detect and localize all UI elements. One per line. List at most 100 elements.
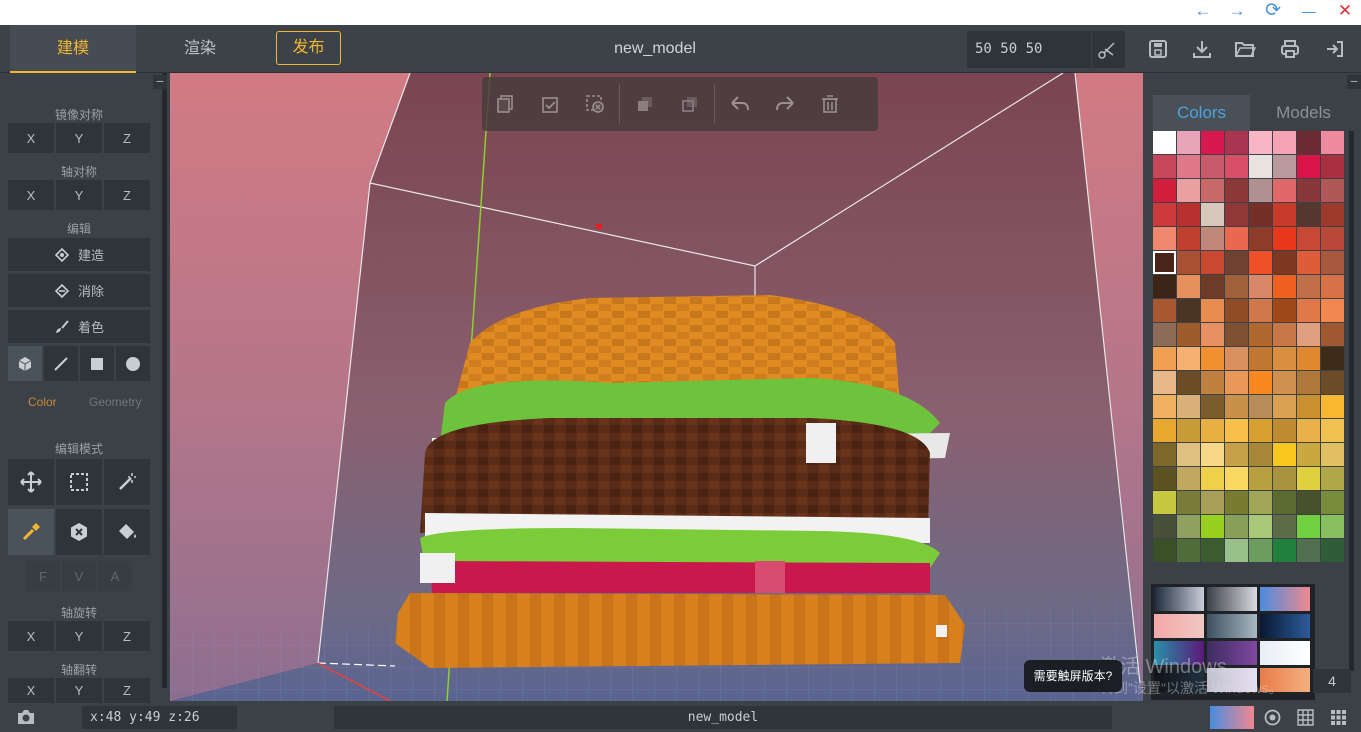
color-swatch[interactable] xyxy=(1321,515,1344,538)
color-swatch[interactable] xyxy=(1297,251,1320,274)
tab-color[interactable]: Color xyxy=(28,395,57,409)
group-icon[interactable] xyxy=(622,77,667,131)
tab-rendering[interactable]: 渲染 xyxy=(137,25,263,73)
color-swatch[interactable] xyxy=(1321,155,1344,178)
color-swatch[interactable] xyxy=(1321,443,1344,466)
color-swatch[interactable] xyxy=(1201,155,1224,178)
color-swatch[interactable] xyxy=(1273,491,1296,514)
color-swatch[interactable] xyxy=(1225,443,1248,466)
color-swatch[interactable] xyxy=(1249,491,1272,514)
axis-sym-z-button[interactable]: Z xyxy=(104,180,150,210)
color-swatch[interactable] xyxy=(1177,491,1200,514)
color-swatch[interactable] xyxy=(1249,419,1272,442)
color-swatch[interactable] xyxy=(1249,395,1272,418)
color-swatch[interactable] xyxy=(1153,155,1176,178)
color-swatch[interactable] xyxy=(1273,299,1296,322)
color-swatch[interactable] xyxy=(1201,467,1224,490)
gradient-swatch[interactable] xyxy=(1260,587,1310,611)
color-swatch[interactable] xyxy=(1153,515,1176,538)
save-icon[interactable] xyxy=(1141,32,1175,66)
color-swatch[interactable] xyxy=(1297,179,1320,202)
forward-icon[interactable]: → xyxy=(1222,0,1252,25)
color-swatch[interactable] xyxy=(1225,155,1248,178)
paint-button[interactable]: 着色 xyxy=(8,310,150,343)
back-icon[interactable]: ← xyxy=(1188,0,1218,25)
color-swatch[interactable] xyxy=(1177,131,1200,154)
color-swatch[interactable] xyxy=(1177,395,1200,418)
palette-number[interactable]: 4 xyxy=(1313,669,1351,693)
grid-icon[interactable] xyxy=(1297,709,1314,726)
cube-tool-button[interactable] xyxy=(8,346,42,381)
gradient-swatch[interactable] xyxy=(1260,641,1310,665)
color-swatch[interactable] xyxy=(1273,131,1296,154)
color-swatch[interactable] xyxy=(1177,251,1200,274)
color-swatch[interactable] xyxy=(1249,179,1272,202)
target-icon[interactable] xyxy=(1264,709,1281,726)
color-swatch[interactable] xyxy=(1321,323,1344,346)
color-swatch[interactable] xyxy=(1273,227,1296,250)
color-swatch[interactable] xyxy=(1297,227,1320,250)
color-swatch[interactable] xyxy=(1249,251,1272,274)
color-swatch[interactable] xyxy=(1177,443,1200,466)
color-swatch[interactable] xyxy=(1201,491,1224,514)
color-swatch[interactable] xyxy=(1153,227,1176,250)
color-swatch[interactable] xyxy=(1201,443,1224,466)
close-icon[interactable]: ✕ xyxy=(1330,0,1360,25)
color-swatch[interactable] xyxy=(1153,179,1176,202)
color-swatch[interactable] xyxy=(1249,371,1272,394)
select-box-tool-button[interactable] xyxy=(56,459,102,505)
v-mode-button[interactable]: V xyxy=(62,561,96,591)
line-tool-button[interactable] xyxy=(44,346,78,381)
rotate-y-button[interactable]: Y xyxy=(56,621,102,651)
clear-selection-icon[interactable] xyxy=(572,77,617,131)
color-swatch[interactable] xyxy=(1273,395,1296,418)
color-swatch[interactable] xyxy=(1249,467,1272,490)
print-icon[interactable] xyxy=(1273,32,1307,66)
delete-voxel-tool-button[interactable] xyxy=(56,509,102,555)
color-swatch[interactable] xyxy=(1177,227,1200,250)
color-swatch[interactable] xyxy=(1273,155,1296,178)
color-swatch[interactable] xyxy=(1201,179,1224,202)
color-swatch[interactable] xyxy=(1225,275,1248,298)
color-swatch[interactable] xyxy=(1297,491,1320,514)
color-swatch[interactable] xyxy=(1297,467,1320,490)
color-swatch[interactable] xyxy=(1201,227,1224,250)
tab-geometry[interactable]: Geometry xyxy=(89,395,142,409)
color-swatch[interactable] xyxy=(1225,251,1248,274)
color-swatch[interactable] xyxy=(1321,275,1344,298)
color-swatch[interactable] xyxy=(1225,515,1248,538)
a-mode-button[interactable]: A xyxy=(98,561,132,591)
color-swatch[interactable] xyxy=(1225,179,1248,202)
mirror-x-button[interactable]: X xyxy=(8,123,54,153)
color-swatch[interactable] xyxy=(1225,371,1248,394)
eyedropper-tool-button[interactable] xyxy=(8,509,54,555)
size-input[interactable]: 50 50 50 xyxy=(975,31,1090,68)
fill-tool-button[interactable] xyxy=(104,509,150,555)
color-swatch[interactable] xyxy=(1321,539,1344,562)
magic-wand-tool-button[interactable] xyxy=(104,459,150,505)
color-swatch[interactable] xyxy=(1153,131,1176,154)
color-swatch[interactable] xyxy=(1225,203,1248,226)
color-swatch[interactable] xyxy=(1273,419,1296,442)
tab-colors[interactable]: Colors xyxy=(1153,95,1250,131)
color-swatch[interactable] xyxy=(1225,395,1248,418)
color-swatch[interactable] xyxy=(1321,299,1344,322)
color-swatch[interactable] xyxy=(1153,299,1176,322)
paste-icon[interactable] xyxy=(527,77,572,131)
delete-icon[interactable] xyxy=(807,77,852,131)
color-swatch[interactable] xyxy=(1153,275,1176,298)
color-swatch[interactable] xyxy=(1153,467,1176,490)
color-swatch[interactable] xyxy=(1177,275,1200,298)
publish-button[interactable]: 发布 xyxy=(276,31,341,65)
color-swatch[interactable] xyxy=(1249,155,1272,178)
color-swatch[interactable] xyxy=(1273,347,1296,370)
color-swatch[interactable] xyxy=(1297,203,1320,226)
color-swatch[interactable] xyxy=(1273,443,1296,466)
color-swatch[interactable] xyxy=(1201,395,1224,418)
color-swatch[interactable] xyxy=(1201,371,1224,394)
flip-x-button[interactable]: X xyxy=(8,678,54,703)
refresh-icon[interactable]: ⟳ xyxy=(1258,0,1288,25)
color-swatch[interactable] xyxy=(1297,539,1320,562)
color-swatch[interactable] xyxy=(1153,203,1176,226)
color-swatch[interactable] xyxy=(1321,467,1344,490)
